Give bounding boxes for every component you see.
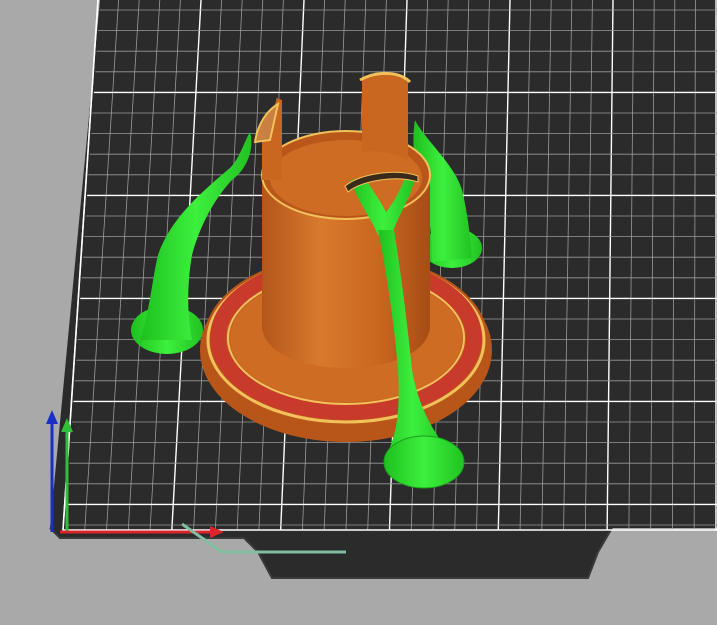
3d-viewport[interactable] <box>0 0 717 625</box>
wall-segment-back-right <box>362 74 408 160</box>
scene-canvas[interactable] <box>0 0 717 625</box>
axis-z-arrow-icon <box>46 410 58 424</box>
